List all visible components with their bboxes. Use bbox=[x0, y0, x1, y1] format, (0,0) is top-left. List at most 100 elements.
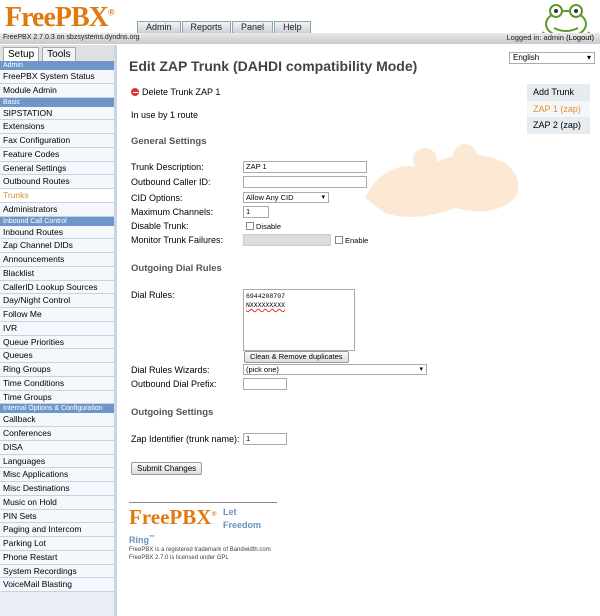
disable-text: Disable bbox=[256, 222, 282, 231]
dial-rule-line: 6944208707 bbox=[246, 293, 286, 300]
outgoing-dial-rules-heading: Outgoing Dial Rules bbox=[131, 263, 222, 274]
footer-tagline-1: Let bbox=[223, 507, 237, 517]
frog-watermark-icon bbox=[365, 144, 519, 217]
sidebar-section-header: Admin bbox=[0, 61, 114, 70]
disable-trunk-checkbox[interactable] bbox=[246, 222, 254, 230]
sidebar-item-follow-me[interactable]: Follow Me bbox=[0, 308, 114, 322]
dial-rules-wizards-select[interactable]: (pick one) ▾ bbox=[243, 364, 427, 375]
submit-changes-button[interactable]: Submit Changes bbox=[131, 462, 203, 475]
sidebar-item-phone-restart[interactable]: Phone Restart bbox=[0, 550, 114, 565]
trunk-list-nav: Add Trunk ZAP 1 (zap) ZAP 2 (zap) bbox=[527, 84, 590, 134]
dial-rules-label: Dial Rules: bbox=[131, 290, 175, 300]
sidebar-item-extensions[interactable]: Extensions bbox=[0, 120, 114, 134]
footer-tagline-3: Ring™ bbox=[129, 535, 155, 545]
enable-text: Enable bbox=[345, 236, 369, 245]
sidebar-item-outbound-routes[interactable]: Outbound Routes bbox=[0, 175, 114, 189]
dial-rule-line: NXXXXXXXXX bbox=[246, 302, 286, 309]
sidebar-section-header: Internal Options & Configuration bbox=[0, 404, 114, 414]
delete-trunk-link[interactable]: Delete Trunk ZAP 1 bbox=[131, 87, 220, 97]
logged-in-text: Logged in: admin (Logout) bbox=[506, 33, 594, 42]
logout-link[interactable]: (Logout) bbox=[566, 33, 594, 42]
sidebar-item-trunks[interactable]: Trunks bbox=[0, 189, 114, 203]
sidebar-item-sipstation[interactable]: SIPSTATION bbox=[0, 106, 114, 121]
sidebar-item-queue-priorities[interactable]: Queue Priorities bbox=[0, 335, 114, 350]
trunk-link-zap2[interactable]: ZAP 2 (zap) bbox=[527, 117, 590, 134]
tab-setup[interactable]: Setup bbox=[3, 47, 40, 61]
sidebar-menu: Admin FreePBX System Status Module Admin Ba… bbox=[0, 61, 114, 592]
page-title: Edit ZAP Trunk (DAHDI compatibility Mode… bbox=[129, 58, 418, 74]
language-select[interactable]: English ▾ bbox=[509, 52, 595, 64]
footer-divider bbox=[129, 502, 277, 503]
sidebar-item-paging-and-intercom[interactable]: Paging and Intercom bbox=[0, 523, 114, 537]
freepbx-logo[interactable]: FreePBX® bbox=[5, 2, 115, 34]
sidebar-item-inbound-routes[interactable]: Inbound Routes bbox=[0, 225, 114, 240]
trunk-link-zap1[interactable]: ZAP 1 (zap) bbox=[527, 100, 590, 117]
zap-identifier-input[interactable]: 1 bbox=[243, 433, 287, 445]
sidebar-item-music-on-hold[interactable]: Music on Hold bbox=[0, 495, 114, 510]
sidebar-item-general-settings[interactable]: General Settings bbox=[0, 161, 114, 176]
sidebar-item-module-admin[interactable]: Module Admin bbox=[0, 83, 114, 98]
outbound-cid-input[interactable] bbox=[243, 176, 367, 188]
sidebar-item-day-night-control[interactable]: Day/Night Control bbox=[0, 294, 114, 308]
sidebar-item-parking-lot[interactable]: Parking Lot bbox=[0, 537, 114, 551]
monitor-enable-checkbox[interactable] bbox=[335, 236, 343, 244]
sidebar-item-feature-codes[interactable]: Feature Codes bbox=[0, 147, 114, 162]
sidebar-item-callerid-lookup-sources[interactable]: CallerID Lookup Sources bbox=[0, 280, 114, 295]
sidebar-item-time-groups[interactable]: Time Groups bbox=[0, 390, 114, 405]
max-channels-label: Maximum Channels: bbox=[131, 207, 214, 217]
chevron-down-icon: ▾ bbox=[586, 53, 591, 62]
tab-help[interactable]: Help bbox=[274, 21, 311, 33]
sidebar-item-voicemail-blasting[interactable]: VoiceMail Blasting bbox=[0, 578, 114, 592]
license-text: FreePBX 2.7.0 is licensed under GPL bbox=[129, 555, 229, 561]
sidebar-item-zap-channel-dids[interactable]: Zap Channel DIDs bbox=[0, 239, 114, 253]
sidebar-item-queues[interactable]: Queues bbox=[0, 349, 114, 363]
outbound-cid-label: Outbound Caller ID: bbox=[131, 177, 211, 187]
header: FreePBX® Admin Reports Panel Help FreePB… bbox=[0, 0, 600, 44]
outbound-prefix-input[interactable] bbox=[243, 378, 287, 390]
sidebar-item-freepbx-system-status[interactable]: FreePBX System Status bbox=[0, 70, 114, 84]
footer-tagline-2: Freedom bbox=[223, 520, 262, 530]
footer-logo: FreePBX® bbox=[129, 505, 217, 529]
trunk-description-label: Trunk Description: bbox=[131, 162, 204, 172]
trunk-description-input[interactable]: ZAP 1 bbox=[243, 161, 367, 173]
sidebar-item-misc-destinations[interactable]: Misc Destinations bbox=[0, 482, 114, 496]
delete-icon bbox=[131, 88, 139, 96]
cid-options-select[interactable]: Allow Any CID ▾ bbox=[243, 192, 329, 203]
tab-tools[interactable]: Tools bbox=[42, 47, 76, 61]
sidebar-item-conferences[interactable]: Conferences bbox=[0, 427, 114, 441]
max-channels-input[interactable]: 1 bbox=[243, 206, 269, 218]
sidebar-item-pin-sets[interactable]: PIN Sets bbox=[0, 509, 114, 524]
tab-reports[interactable]: Reports bbox=[181, 21, 232, 33]
add-trunk-link[interactable]: Add Trunk bbox=[527, 84, 590, 101]
chevron-down-icon: ▾ bbox=[321, 194, 325, 201]
cid-options-label: CID Options: bbox=[131, 193, 183, 203]
sidebar-item-system-recordings[interactable]: System Recordings bbox=[0, 564, 114, 579]
chevron-down-icon: ▾ bbox=[419, 366, 423, 373]
sidebar: Setup Tools Admin FreePBX System Status Mo… bbox=[0, 45, 117, 616]
sidebar-item-fax-configuration[interactable]: Fax Configuration bbox=[0, 134, 114, 148]
trademark-text: FreePBX is a registered trademark of Ban… bbox=[129, 547, 271, 553]
sidebar-item-disa[interactable]: DISA bbox=[0, 440, 114, 455]
outgoing-settings-heading: Outgoing Settings bbox=[131, 407, 214, 418]
disable-trunk-label: Disable Trunk: bbox=[131, 221, 189, 231]
tab-admin[interactable]: Admin bbox=[137, 21, 181, 33]
monitor-failures-label: Monitor Trunk Failures: bbox=[131, 235, 224, 245]
dial-rules-textarea[interactable]: 6944208707 NXXXXXXXXX bbox=[243, 289, 355, 351]
zap-identifier-label: Zap Identifier (trunk name): bbox=[131, 434, 240, 444]
sidebar-item-administrators[interactable]: Administrators bbox=[0, 202, 114, 217]
sidebar-item-ring-groups[interactable]: Ring Groups bbox=[0, 363, 114, 377]
sidebar-item-blacklist[interactable]: Blacklist bbox=[0, 266, 114, 281]
tab-panel[interactable]: Panel bbox=[232, 21, 274, 33]
version-text: FreePBX 2.7.0.3 on sbzsystems.dyndns.org bbox=[3, 34, 140, 41]
sidebar-item-misc-applications[interactable]: Misc Applications bbox=[0, 468, 114, 482]
sidebar-item-time-conditions[interactable]: Time Conditions bbox=[0, 376, 114, 391]
sidebar-item-ivr[interactable]: IVR bbox=[0, 321, 114, 336]
sidebar-section-header: Inbound Call Control bbox=[0, 216, 114, 226]
clean-duplicates-button[interactable]: Clean & Remove duplicates bbox=[244, 351, 349, 363]
sidebar-item-callback[interactable]: Callback bbox=[0, 413, 114, 427]
sidebar-item-announcements[interactable]: Announcements bbox=[0, 253, 114, 267]
outbound-prefix-label: Outbound Dial Prefix: bbox=[131, 379, 217, 389]
monitor-failures-input[interactable] bbox=[243, 234, 331, 246]
sidebar-item-languages[interactable]: Languages bbox=[0, 454, 114, 469]
sidebar-tabs: Setup Tools bbox=[0, 45, 114, 61]
